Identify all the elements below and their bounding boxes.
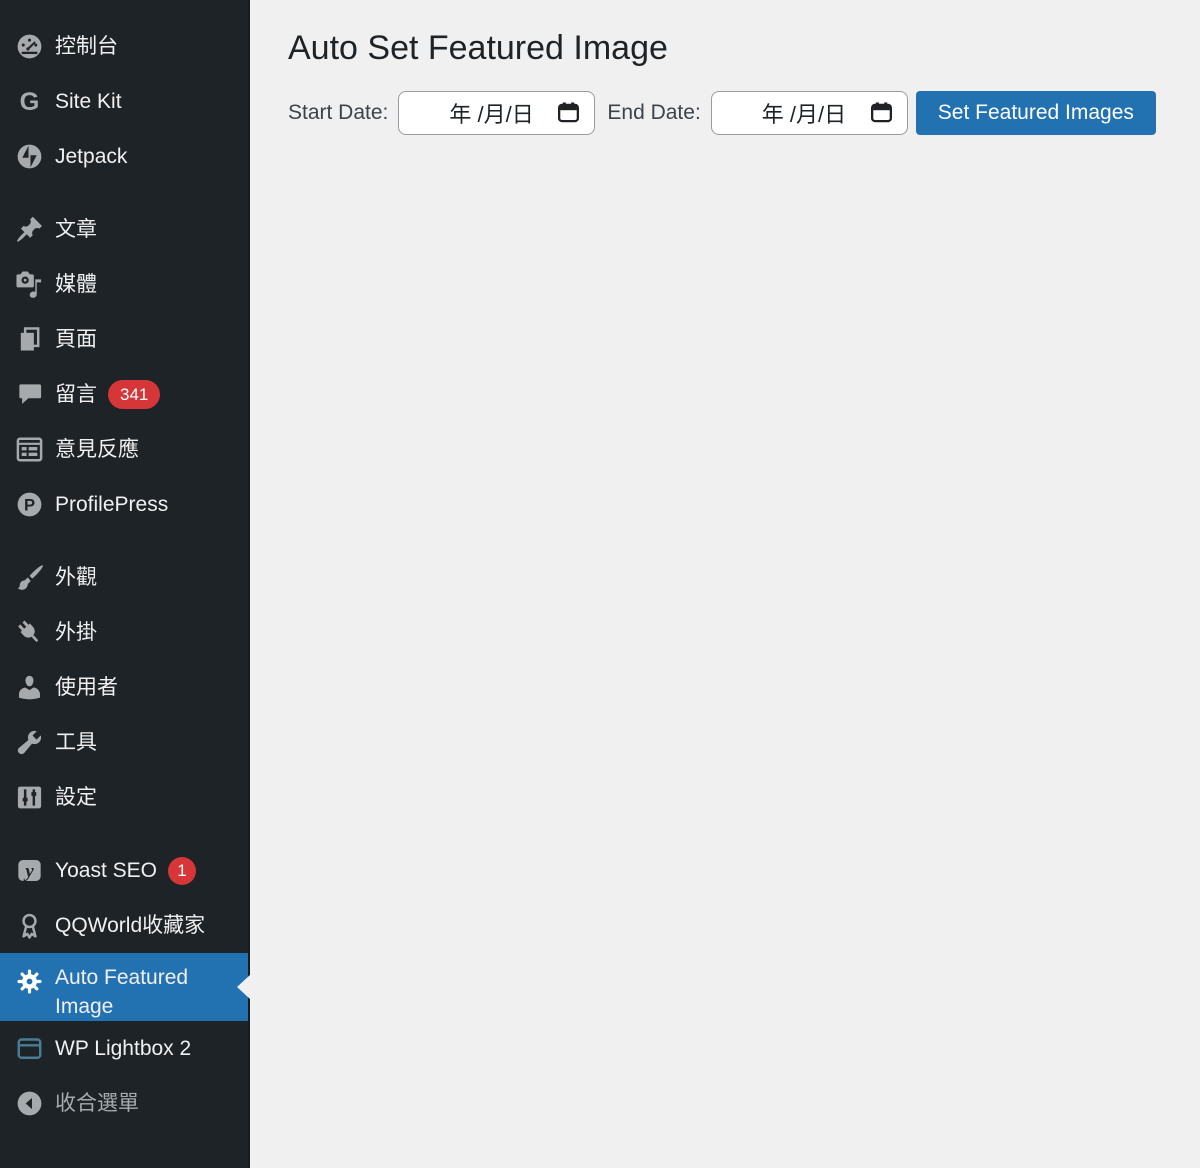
users-icon bbox=[14, 673, 44, 703]
sidebar-item-label: Yoast SEO bbox=[55, 857, 157, 884]
sidebar-item-label: Site Kit bbox=[55, 88, 122, 115]
sidebar-item-jetpack[interactable]: Jetpack bbox=[0, 129, 248, 184]
sidebar-item-qqworld-collector[interactable]: QQWorld收藏家 bbox=[0, 898, 248, 953]
sidebar-item-label: QQWorld收藏家 bbox=[55, 912, 205, 939]
sidebar-item-users[interactable]: 使用者 bbox=[0, 660, 248, 715]
sidebar-item-appearance[interactable]: 外觀 bbox=[0, 550, 248, 605]
jetpack-icon bbox=[14, 142, 44, 172]
sidebar-item-label: 媒體 bbox=[55, 271, 97, 298]
sidebar-item-yoast-seo[interactable]: y Yoast SEO 1 bbox=[0, 843, 248, 898]
award-icon bbox=[14, 911, 44, 941]
start-date-label: Start Date: bbox=[288, 101, 388, 125]
calendar-icon[interactable] bbox=[557, 102, 580, 123]
sidebar-item-label: ProfilePress bbox=[55, 491, 168, 518]
sidebar-item-label: 控制台 bbox=[55, 33, 118, 60]
date-range-form: Start Date: 年 /月/日 End Date: 年 /月/日 bbox=[288, 91, 1180, 135]
sidebar-item-site-kit[interactable]: G Site Kit bbox=[0, 74, 248, 129]
pages-icon bbox=[14, 325, 44, 355]
wordpress-admin: 控制台 G Site Kit Jetpack 文章媒體頁面留言 341 意見反應 P Profi… bbox=[0, 0, 1200, 1168]
feedback-icon bbox=[14, 435, 44, 465]
sidebar-item-label: Auto Featured Image bbox=[55, 963, 205, 1021]
sidebar-item-label: 工具 bbox=[55, 729, 97, 756]
sidebar-menu-group: 外觀外掛使用者工具設定 bbox=[0, 550, 248, 825]
start-date-input[interactable]: 年 /月/日 bbox=[398, 91, 595, 135]
sidebar-item-label: 使用者 bbox=[55, 674, 118, 701]
sidebar-item-media[interactable]: 媒體 bbox=[0, 257, 248, 312]
end-date-input[interactable]: 年 /月/日 bbox=[711, 91, 908, 135]
settings-icon bbox=[14, 783, 44, 813]
sidebar-item-label: 收合選單 bbox=[55, 1090, 139, 1117]
sidebar-menu-group: y Yoast SEO 1 QQWorld收藏家 Auto Featured Image… bbox=[0, 843, 248, 1131]
set-featured-images-button[interactable]: Set Featured Images bbox=[916, 91, 1156, 135]
calendar-icon[interactable] bbox=[870, 102, 893, 123]
end-date-label: End Date: bbox=[607, 101, 700, 125]
main-content: Auto Set Featured Image Start Date: 年 /月… bbox=[250, 0, 1200, 1168]
plugins-icon bbox=[14, 618, 44, 648]
sidebar-item-label: 外觀 bbox=[55, 564, 97, 591]
comments-count-badge: 341 bbox=[108, 380, 160, 409]
svg-text:G: G bbox=[19, 88, 39, 116]
sidebar-item-dashboard[interactable]: 控制台 bbox=[0, 19, 248, 74]
sidebar-item-tools[interactable]: 工具 bbox=[0, 715, 248, 770]
sidebar-item-posts[interactable]: 文章 bbox=[0, 202, 248, 257]
profilepress-icon: P bbox=[14, 490, 44, 520]
svg-text:y: y bbox=[23, 861, 34, 882]
sidebar-item-label: WP Lightbox 2 bbox=[55, 1035, 191, 1062]
sidebar-item-pages[interactable]: 頁面 bbox=[0, 312, 248, 367]
sidebar-item-label: Jetpack bbox=[55, 143, 127, 170]
sidebar-item-plugins[interactable]: 外掛 bbox=[0, 605, 248, 660]
sidebar-item-label: 文章 bbox=[55, 216, 97, 243]
google-icon: G bbox=[14, 87, 44, 117]
page-title: Auto Set Featured Image bbox=[288, 27, 1180, 70]
sidebar-item-label: 頁面 bbox=[55, 326, 97, 353]
lightbox-icon bbox=[14, 1034, 44, 1064]
sidebar-item-profilepress[interactable]: P ProfilePress bbox=[0, 477, 248, 532]
sidebar-item-label: 留言 bbox=[55, 381, 97, 408]
gear-icon bbox=[14, 966, 44, 996]
sidebar-menu-group: 文章媒體頁面留言 341 意見反應 P ProfilePress bbox=[0, 202, 248, 532]
pushpin-icon bbox=[14, 215, 44, 245]
tools-icon bbox=[14, 728, 44, 758]
sidebar-item-feedback[interactable]: 意見反應 bbox=[0, 422, 248, 477]
sidebar-item-collapse-menu[interactable]: 收合選單 bbox=[0, 1076, 248, 1131]
sidebar-item-label: 外掛 bbox=[55, 619, 97, 646]
admin-sidebar: 控制台 G Site Kit Jetpack 文章媒體頁面留言 341 意見反應 P Profi… bbox=[0, 0, 250, 1168]
sidebar-item-label: 設定 bbox=[55, 784, 97, 811]
sidebar-item-auto-featured-image[interactable]: Auto Featured Image bbox=[0, 953, 248, 1021]
sidebar-menu-group: 控制台 G Site Kit Jetpack bbox=[0, 19, 248, 184]
sidebar-item-label: 意見反應 bbox=[55, 436, 139, 463]
dashboard-icon bbox=[14, 32, 44, 62]
yoast-icon: y bbox=[14, 856, 44, 886]
collapse-icon bbox=[14, 1089, 44, 1119]
yoast-seo-count-badge: 1 bbox=[168, 857, 196, 885]
media-icon bbox=[14, 270, 44, 300]
appearance-icon bbox=[14, 563, 44, 593]
start-date-placeholder: 年 /月/日 bbox=[449, 97, 533, 129]
comments-icon bbox=[14, 380, 44, 410]
svg-text:P: P bbox=[23, 495, 34, 514]
sidebar-item-comments[interactable]: 留言 341 bbox=[0, 367, 248, 422]
sidebar-item-settings[interactable]: 設定 bbox=[0, 770, 248, 825]
sidebar-item-wp-lightbox-2[interactable]: WP Lightbox 2 bbox=[0, 1021, 248, 1076]
end-date-placeholder: 年 /月/日 bbox=[762, 97, 846, 129]
